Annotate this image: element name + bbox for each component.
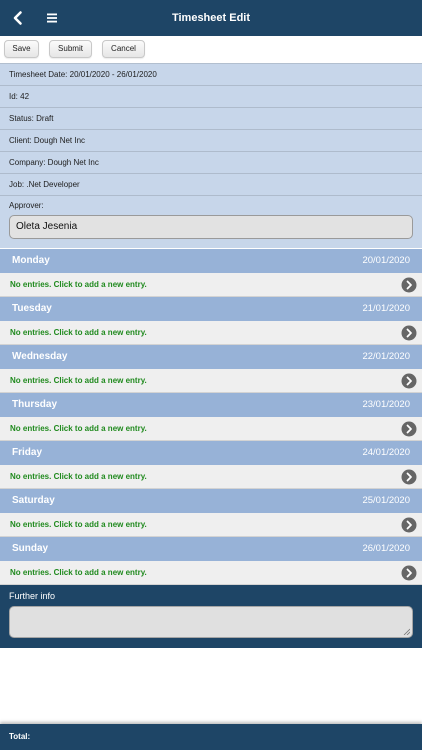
top-navigation-bar: Timesheet Edit (0, 0, 422, 36)
day-date: 21/01/2020 (362, 303, 410, 314)
day-header-tuesday: Tuesday 21/01/2020 (0, 297, 422, 321)
day-name: Tuesday (12, 303, 52, 314)
company-text: Company: Dough Net Inc (0, 152, 422, 174)
page-title: Timesheet Edit (171, 12, 251, 24)
day-date: 26/01/2020 (362, 543, 410, 554)
day-date: 23/01/2020 (362, 399, 410, 410)
chevron-right-circle-icon[interactable] (401, 373, 417, 389)
day-header-monday: Monday 20/01/2020 (0, 249, 422, 273)
empty-entry-text: No entries. Click to add a new entry. (10, 376, 147, 385)
add-entry-row-saturday[interactable]: No entries. Click to add a new entry. (0, 513, 422, 537)
cancel-button[interactable]: Cancel (102, 40, 145, 58)
day-date: 20/01/2020 (362, 255, 410, 266)
approver-label: Approver: (9, 201, 44, 210)
chevron-right-circle-icon[interactable] (401, 517, 417, 533)
add-entry-row-wednesday[interactable]: No entries. Click to add a new entry. (0, 369, 422, 393)
day-date: 24/01/2020 (362, 447, 410, 458)
status-text: Status: Draft (0, 108, 422, 130)
empty-entry-text: No entries. Click to add a new entry. (10, 520, 147, 529)
day-list: Monday 20/01/2020 No entries. Click to add… (0, 249, 422, 585)
total-label: Total: (9, 732, 31, 741)
totals-bar: Total: (0, 724, 422, 750)
day-header-friday: Friday 24/01/2020 (0, 441, 422, 465)
day-header-sunday: Sunday 26/01/2020 (0, 537, 422, 561)
resize-grip-icon[interactable] (403, 628, 410, 635)
day-header-saturday: Saturday 25/01/2020 (0, 489, 422, 513)
add-entry-row-monday[interactable]: No entries. Click to add a new entry. (0, 273, 422, 297)
chevron-right-circle-icon[interactable] (401, 325, 417, 341)
empty-entry-text: No entries. Click to add a new entry. (10, 472, 147, 481)
client-text: Client: Dough Net Inc (0, 130, 422, 152)
add-entry-row-thursday[interactable]: No entries. Click to add a new entry. (0, 417, 422, 441)
day-name: Friday (12, 447, 43, 458)
job-text: Job: .Net Developer (0, 174, 422, 196)
day-name: Sunday (12, 543, 49, 554)
chevron-right-circle-icon[interactable] (401, 421, 417, 437)
further-info-label: Further info (9, 591, 56, 601)
empty-entry-text: No entries. Click to add a new entry. (10, 328, 147, 337)
submit-button[interactable]: Submit (49, 40, 92, 58)
day-header-thursday: Thursday 23/01/2020 (0, 393, 422, 417)
timesheet-id-text: Id: 42 (0, 86, 422, 108)
further-info-section: Further info (0, 585, 422, 648)
empty-entry-text: No entries. Click to add a new entry. (10, 424, 147, 433)
save-button[interactable]: Save (4, 40, 39, 58)
chevron-right-circle-icon[interactable] (401, 469, 417, 485)
add-entry-row-sunday[interactable]: No entries. Click to add a new entry. (0, 561, 422, 585)
day-date: 25/01/2020 (362, 495, 410, 506)
day-name: Wednesday (12, 351, 68, 362)
timesheet-date-text: Timesheet Date: 20/01/2020 - 26/01/2020 (0, 64, 422, 86)
action-toolbar: Save Submit Cancel (0, 36, 422, 62)
add-entry-row-tuesday[interactable]: No entries. Click to add a new entry. (0, 321, 422, 345)
chevron-right-circle-icon[interactable] (401, 565, 417, 581)
add-entry-row-friday[interactable]: No entries. Click to add a new entry. (0, 465, 422, 489)
further-info-textarea[interactable] (9, 606, 413, 638)
day-name: Monday (12, 255, 50, 266)
day-date: 22/01/2020 (362, 351, 410, 362)
empty-entry-text: No entries. Click to add a new entry. (10, 568, 147, 577)
day-header-wednesday: Wednesday 22/01/2020 (0, 345, 422, 369)
approver-field[interactable]: Oleta Jesenia (9, 215, 413, 239)
day-name: Thursday (12, 399, 58, 410)
timesheet-details-panel: Timesheet Date: 20/01/2020 - 26/01/2020 … (0, 63, 422, 248)
chevron-right-circle-icon[interactable] (401, 277, 417, 293)
empty-entry-text: No entries. Click to add a new entry. (10, 280, 147, 289)
day-name: Saturday (12, 495, 55, 506)
